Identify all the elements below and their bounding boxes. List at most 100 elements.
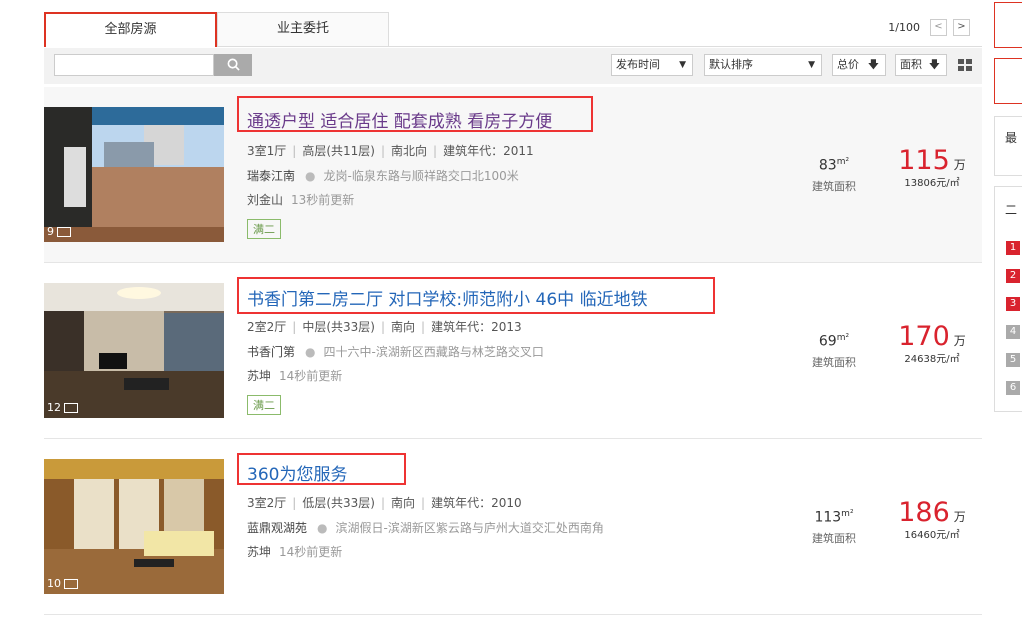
- sort-price-button[interactable]: 总价 🡇: [832, 54, 886, 76]
- price-unit: 万: [953, 334, 966, 348]
- photo-count: 9: [47, 225, 71, 238]
- address-text: 龙岗-临泉东路与顺祥路交口北100米: [323, 169, 519, 183]
- tab-owner-listings[interactable]: 业主委托: [217, 12, 389, 46]
- dropdown-arrow-icon: ▼: [679, 60, 686, 70]
- area-label: 建筑面积: [812, 179, 856, 193]
- unit-price: 13806元/㎡: [904, 178, 960, 189]
- sofa-room-photo: [44, 459, 224, 594]
- filter-toolbar: 发布时间 ▼ 默认排序 ▼ 总价 🡇 面积 🡇: [44, 48, 982, 84]
- sort-default-select[interactable]: 默认排序 ▼: [704, 54, 822, 76]
- sort-area-label: 面积: [900, 58, 922, 71]
- listing-meta: 3室1厅 | 高层(共11层) | 南北向 | 建筑年代：2011: [247, 144, 534, 158]
- area-label: 建筑面积: [812, 355, 856, 369]
- sidebar-recent-label: 最: [1005, 131, 1018, 145]
- sort-price-label: 总价: [837, 58, 859, 71]
- arrow-down-icon: 🡇: [928, 58, 940, 71]
- listing-agent: 苏坤 14秒前更新: [247, 367, 342, 384]
- listing-meta: 3室2厅 | 低层(共33层) | 南向 | 建筑年代：2010: [247, 496, 522, 510]
- sort-area-button[interactable]: 面积 🡇: [895, 54, 947, 76]
- rank-badge: 1: [1006, 241, 1020, 255]
- listing-photo[interactable]: 12: [44, 283, 224, 418]
- search-input[interactable]: [54, 54, 214, 76]
- community-link[interactable]: 蓝鼎观湖苑: [247, 521, 307, 535]
- area-block: 69m² 建筑面积: [804, 333, 864, 370]
- price-block: 186 万 16460元/㎡: [892, 497, 972, 541]
- pager: 1/100 < >: [888, 19, 970, 36]
- listing-item[interactable]: 10 360为您服务 3室2厅 | 低层(共33层) | 南向 | 建筑年代：2010 蓝鼎…: [44, 439, 982, 615]
- listing-agent: 刘金山 13秒前更新: [247, 191, 354, 208]
- rank-badge: 4: [1006, 325, 1020, 339]
- sort-default-label: 默认排序: [709, 58, 753, 71]
- sidebar-button-top[interactable]: [994, 2, 1022, 48]
- sidebar-recent-box: 最: [994, 116, 1022, 176]
- price-value: 115: [898, 145, 950, 176]
- listing-photo[interactable]: 9: [44, 107, 224, 242]
- listing-meta: 2室2厅 | 中层(共33层) | 南向 | 建筑年代：2013: [247, 320, 522, 334]
- listing-title[interactable]: 360为您服务: [247, 460, 347, 485]
- area-block: 113m² 建筑面积: [804, 509, 864, 546]
- layout-text: 2室2厅: [247, 320, 287, 334]
- price-unit: 万: [953, 158, 966, 172]
- updated-time: 14秒前更新: [279, 369, 343, 383]
- unit-price: 24638元/㎡: [904, 354, 960, 365]
- sidebar-button-second[interactable]: [994, 58, 1022, 104]
- agent-name[interactable]: 苏坤: [247, 545, 271, 559]
- listing-title[interactable]: 通透户型 适合居住 配套成熟 看房子方便: [247, 107, 552, 132]
- tag-badge: 满二: [247, 219, 281, 239]
- year-text: 建筑年代：2010: [431, 496, 522, 510]
- updated-time: 13秒前更新: [291, 193, 355, 207]
- listing-item[interactable]: 9 通透户型 适合居住 配套成熟 看房子方便 3室1厅 | 高层(共11层) | 南北向…: [44, 87, 982, 263]
- balcony-photo: [44, 107, 224, 242]
- community-link[interactable]: 瑞泰江南: [247, 169, 295, 183]
- listing-agent: 苏坤 14秒前更新: [247, 543, 342, 560]
- sort-time-label: 发布时间: [616, 58, 660, 71]
- dropdown-arrow-icon: ▼: [808, 60, 815, 70]
- prev-page-button[interactable]: <: [930, 19, 947, 36]
- floor-text: 低层(共33层): [302, 496, 375, 510]
- sidebar-ranking-label: 二: [1005, 203, 1018, 217]
- listing-item[interactable]: 12 书香门第二房二厅 对口学校:师范附小 46中 临近地铁 2室2厅 | 中层(共…: [44, 263, 982, 439]
- search-button[interactable]: [214, 54, 252, 76]
- year-text: 建筑年代：2011: [443, 144, 534, 158]
- agent-name[interactable]: 苏坤: [247, 369, 271, 383]
- area-value: 69: [818, 333, 837, 350]
- price-block: 115 万 13806元/㎡: [892, 145, 972, 189]
- tag-badge: 满二: [247, 395, 281, 415]
- photo-count: 10: [47, 577, 78, 590]
- image-icon: [64, 578, 78, 589]
- page-indicator: 1/100: [888, 21, 920, 34]
- listing-title[interactable]: 书香门第二房二厅 对口学校:师范附小 46中 临近地铁: [247, 285, 648, 310]
- photo-count-number: 12: [47, 401, 61, 414]
- location-pin-icon: ●: [305, 169, 316, 183]
- listing-location: 瑞泰江南 ● 龙岗-临泉东路与顺祥路交口北100米: [247, 167, 519, 184]
- updated-time: 14秒前更新: [279, 545, 343, 559]
- photo-count: 12: [47, 401, 78, 414]
- agent-name[interactable]: 刘金山: [247, 193, 283, 207]
- rank-badge: 3: [1006, 297, 1020, 311]
- listing-tabs: 全部房源 业主委托 1/100 < >: [44, 12, 982, 47]
- image-icon: [64, 402, 78, 413]
- area-value: 83: [818, 157, 837, 174]
- price-unit: 万: [953, 510, 966, 524]
- grid-view-icon[interactable]: [958, 59, 972, 71]
- sort-time-select[interactable]: 发布时间 ▼: [611, 54, 693, 76]
- rank-badge: 5: [1006, 353, 1020, 367]
- area-label: 建筑面积: [812, 531, 856, 545]
- price-value: 170: [898, 321, 950, 352]
- community-link[interactable]: 书香门第: [247, 345, 295, 359]
- layout-text: 3室2厅: [247, 496, 287, 510]
- location-pin-icon: ●: [305, 345, 316, 359]
- area-block: 83m² 建筑面积: [804, 157, 864, 194]
- image-icon: [57, 226, 71, 237]
- listing-photo[interactable]: 10: [44, 459, 224, 594]
- location-pin-icon: ●: [317, 521, 328, 535]
- address-text: 滨湖假日-滨湖新区紫云路与庐州大道交汇处西南角: [335, 521, 604, 535]
- listing-location: 书香门第 ● 四十六中-滨湖新区西藏路与林芝路交叉口: [247, 343, 544, 360]
- tab-all-listings[interactable]: 全部房源: [44, 12, 217, 47]
- address-text: 四十六中-滨湖新区西藏路与林芝路交叉口: [323, 345, 544, 359]
- floor-text: 中层(共33层): [302, 320, 375, 334]
- photo-count-number: 10: [47, 577, 61, 590]
- next-page-button[interactable]: >: [953, 19, 970, 36]
- price-block: 170 万 24638元/㎡: [892, 321, 972, 365]
- arrow-down-icon: 🡇: [867, 58, 879, 71]
